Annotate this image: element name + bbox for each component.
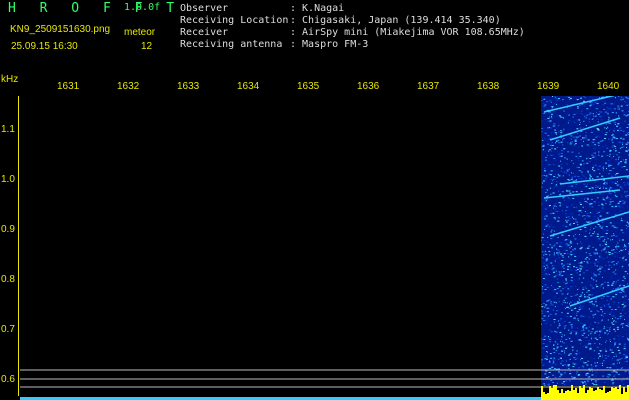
y-tick-label: 0.6 — [1, 374, 15, 385]
y-tick-label: 0.8 — [1, 274, 15, 285]
observation-datetime: 25.09.15 16:30 — [11, 41, 78, 52]
info-receiver: Receiver : AirSpy mini (Miakejima VOR 108… — [180, 27, 525, 38]
y-tick-label: 0.9 — [1, 224, 15, 235]
spectrogram-plot — [20, 96, 629, 400]
y-axis-line — [18, 96, 19, 396]
info-key: Receiver — [180, 27, 229, 38]
info-key: Receiving antenna — [180, 39, 283, 50]
x-tick-label: 1635 — [297, 81, 320, 92]
x-tick-label: 1634 — [237, 81, 260, 92]
meteor-count: 12 — [141, 41, 153, 52]
info-location: Receiving Location: Chigasaki, Japan (13… — [180, 15, 501, 26]
info-antenna: Receiving antenna : Maspro FM-3 — [180, 39, 368, 50]
y-tick-label: 1.1 — [1, 124, 15, 135]
x-tick-label: 1640 — [597, 81, 620, 92]
info-observer: Observer : K.Nagai — [180, 3, 344, 14]
info-key: Observer — [180, 3, 229, 14]
spectrum-band — [541, 96, 629, 387]
y-tick-label: 1.0 — [1, 174, 15, 185]
info-value: : Chigasaki, Japan (139.414 35.340) — [290, 15, 501, 26]
x-tick-label: 1636 — [357, 81, 380, 92]
x-tick-label: 1637 — [417, 81, 440, 92]
y-axis-unit: kHz — [1, 74, 19, 85]
x-tick-label: 1633 — [177, 81, 200, 92]
x-tick-label: 1632 — [117, 81, 140, 92]
y-tick-label: 0.7 — [1, 324, 15, 335]
x-tick-label: 1639 — [537, 81, 560, 92]
info-value: : Maspro FM-3 — [290, 39, 369, 50]
info-key: Receiving Location — [180, 15, 289, 26]
app-version: 1.0.0f — [124, 2, 161, 13]
observation-mode: meteor — [124, 27, 156, 38]
file-name: KN9_2509151630.png — [10, 24, 111, 35]
x-tick-label: 1631 — [57, 81, 80, 92]
info-value: : K.Nagai — [290, 3, 345, 14]
info-value: : AirSpy mini (Miakejima VOR 108.65MHz) — [290, 27, 525, 38]
x-tick-label: 1638 — [477, 81, 500, 92]
